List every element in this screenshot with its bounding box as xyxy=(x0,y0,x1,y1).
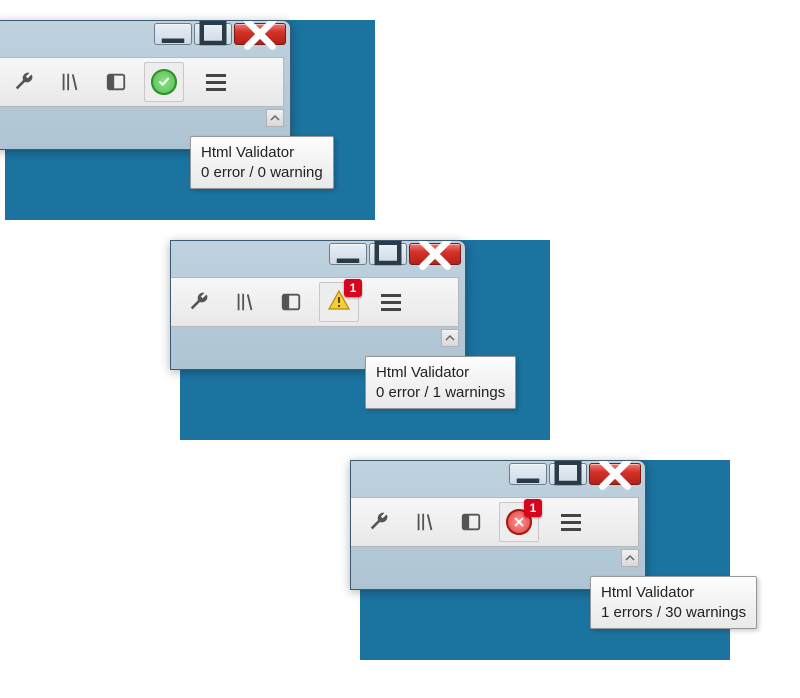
scroll-up-button[interactable] xyxy=(266,109,284,127)
wrench-icon[interactable] xyxy=(365,508,393,536)
maximize-button[interactable] xyxy=(194,23,232,45)
library-icon[interactable] xyxy=(231,288,259,316)
sidebar-icon[interactable] xyxy=(102,68,130,96)
browser-toolbar: 1 xyxy=(171,277,459,327)
scroll-up-button[interactable] xyxy=(441,329,459,347)
hamburger-icon xyxy=(206,74,226,77)
scroll-up-button[interactable] xyxy=(621,549,639,567)
menu-button[interactable] xyxy=(206,74,226,91)
tooltip-title: Html Validator xyxy=(376,363,505,383)
window-titlebar xyxy=(0,21,290,53)
window-titlebar xyxy=(171,241,465,273)
sidebar-icon[interactable] xyxy=(277,288,305,316)
close-button[interactable] xyxy=(234,23,286,45)
wrench-icon[interactable] xyxy=(10,68,38,96)
tooltip-status: 1 errors / 30 warnings xyxy=(601,603,746,623)
validator-tooltip: Html Validator 0 error / 1 warnings xyxy=(365,356,516,409)
library-icon[interactable] xyxy=(56,68,84,96)
browser-window xyxy=(0,20,291,150)
window-titlebar xyxy=(351,461,645,493)
menu-button[interactable] xyxy=(561,514,581,531)
hamburger-icon xyxy=(381,294,401,297)
hamburger-icon xyxy=(561,514,581,517)
validator-tooltip: Html Validator 0 error / 0 warning xyxy=(190,136,334,189)
maximize-button[interactable] xyxy=(549,463,587,485)
browser-window: 1 xyxy=(350,460,646,590)
browser-toolbar: 1 xyxy=(351,497,639,547)
tooltip-title: Html Validator xyxy=(201,143,323,163)
minimize-button[interactable] xyxy=(329,243,367,265)
library-icon[interactable] xyxy=(411,508,439,536)
tooltip-status: 0 error / 0 warning xyxy=(201,163,323,183)
validator-button[interactable]: 1 xyxy=(499,502,539,542)
validator-button[interactable] xyxy=(144,62,184,102)
browser-toolbar xyxy=(0,57,284,107)
browser-window: 1 xyxy=(170,240,466,370)
checkmark-icon xyxy=(151,69,177,95)
validator-tooltip: Html Validator 1 errors / 30 warnings xyxy=(590,576,757,629)
minimize-button[interactable] xyxy=(509,463,547,485)
minimize-button[interactable] xyxy=(154,23,192,45)
validator-button[interactable]: 1 xyxy=(319,282,359,322)
close-button[interactable] xyxy=(589,463,641,485)
sidebar-icon[interactable] xyxy=(457,508,485,536)
notification-badge: 1 xyxy=(524,499,542,517)
tooltip-title: Html Validator xyxy=(601,583,746,603)
menu-button[interactable] xyxy=(381,294,401,311)
close-button[interactable] xyxy=(409,243,461,265)
maximize-button[interactable] xyxy=(369,243,407,265)
tooltip-status: 0 error / 1 warnings xyxy=(376,383,505,403)
notification-badge: 1 xyxy=(344,279,362,297)
wrench-icon[interactable] xyxy=(185,288,213,316)
